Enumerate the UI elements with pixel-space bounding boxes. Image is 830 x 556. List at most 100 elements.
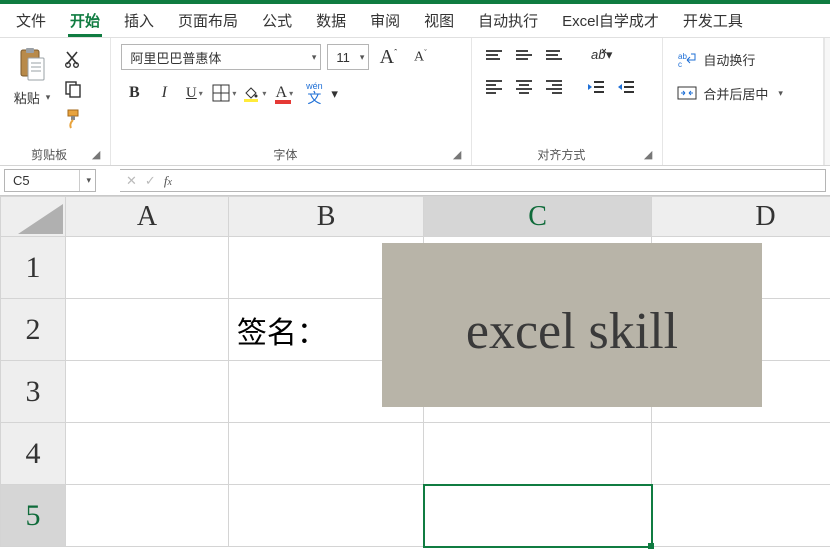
tab-insert[interactable]: 插入 <box>112 4 166 37</box>
cell-A4[interactable] <box>66 423 229 485</box>
col-header-D[interactable]: D <box>652 197 830 237</box>
dialog-launcher-icon[interactable]: ◢ <box>88 148 100 161</box>
align-middle-button[interactable] <box>512 44 536 66</box>
tab-view[interactable]: 视图 <box>412 4 466 37</box>
svg-text:ab: ab <box>591 47 605 62</box>
cut-button[interactable] <box>62 48 84 70</box>
cell-A2[interactable] <box>66 299 229 361</box>
paste-icon <box>16 46 48 86</box>
cell-B4[interactable] <box>228 423 423 485</box>
bold-button[interactable]: B <box>121 80 147 106</box>
chevron-down-icon: ▾ <box>289 89 293 98</box>
chevron-down-icon: ▾ <box>199 89 203 98</box>
formula-input[interactable] <box>178 169 826 192</box>
increase-indent-button[interactable] <box>614 76 638 98</box>
font-name-value: 阿里巴巴普惠体 <box>130 48 221 67</box>
cell-A3[interactable] <box>66 361 229 423</box>
cancel-formula-button[interactable]: ✕ <box>126 173 137 189</box>
row-header-4[interactable]: 4 <box>1 423 66 485</box>
align-center-icon <box>516 80 532 94</box>
group-alignment-label: 对齐方式 <box>482 146 640 163</box>
cell-A5[interactable] <box>66 485 229 547</box>
col-header-B[interactable]: B <box>228 197 423 237</box>
phonetic-guide-button[interactable]: wén 文 <box>301 80 327 106</box>
format-painter-button[interactable] <box>62 108 84 130</box>
tab-custom-excel[interactable]: Excel自学成才 <box>550 4 671 37</box>
increase-font-icon: Aˆ <box>380 46 397 69</box>
fill-color-icon <box>242 84 260 102</box>
signature-image[interactable]: excel skill <box>382 243 762 407</box>
select-all-corner[interactable] <box>1 197 66 237</box>
font-size-value: 11 <box>336 50 350 65</box>
ribbon-tabs: 文件 开始 插入 页面布局 公式 数据 审阅 视图 自动执行 Excel自学成才… <box>0 4 830 38</box>
group-font: 阿里巴巴普惠体▾ 11▾ Aˆ Aˇ B I U▾ ▾ <box>111 38 472 165</box>
dialog-launcher-icon[interactable]: ◢ <box>449 148 461 161</box>
name-box[interactable]: C5 ▾ <box>4 169 96 192</box>
copy-button[interactable] <box>62 78 84 100</box>
chevron-down-icon[interactable]: ▾ <box>331 86 338 102</box>
tab-page-layout[interactable]: 页面布局 <box>166 4 250 37</box>
row-header-3[interactable]: 3 <box>1 361 66 423</box>
italic-button[interactable]: I <box>151 80 177 106</box>
chevron-down-icon: ▾ <box>79 170 91 191</box>
chevron-down-icon: ▾ <box>46 92 51 103</box>
chevron-down-icon: ▾ <box>262 89 266 98</box>
tab-formulas[interactable]: 公式 <box>250 4 304 37</box>
cell-D5[interactable] <box>652 485 830 547</box>
font-name-select[interactable]: 阿里巴巴普惠体 ▾ <box>121 44 321 70</box>
tab-developer[interactable]: 开发工具 <box>671 4 755 37</box>
chevron-down-icon: ▾ <box>606 47 613 63</box>
group-clipboard: 粘贴▾ 剪贴板◢ <box>0 38 111 165</box>
orientation-icon: ab <box>588 45 605 65</box>
name-box-value: C5 <box>13 173 30 188</box>
align-left-button[interactable] <box>482 76 506 98</box>
underline-button[interactable]: U▾ <box>181 80 207 106</box>
merge-center-icon <box>677 83 697 103</box>
italic-icon: I <box>162 84 167 102</box>
tab-data[interactable]: 数据 <box>304 4 358 37</box>
wrap-text-button[interactable]: abc 自动换行 <box>673 46 759 72</box>
align-bottom-button[interactable] <box>542 44 566 66</box>
chevron-down-icon: ▾ <box>312 52 317 63</box>
cell-C4[interactable] <box>424 423 652 485</box>
orientation-button[interactable]: ab▾ <box>588 44 612 66</box>
worksheet-grid[interactable]: A B C D 1 2 签名： 3 <box>0 196 830 556</box>
borders-button[interactable]: ▾ <box>211 80 237 106</box>
tab-review[interactable]: 审阅 <box>358 4 412 37</box>
cell-B5[interactable] <box>228 485 423 547</box>
col-header-A[interactable]: A <box>66 197 229 237</box>
row-header-2[interactable]: 2 <box>1 299 66 361</box>
tab-automate[interactable]: 自动执行 <box>466 4 550 37</box>
align-bottom-icon <box>546 50 562 60</box>
font-size-select[interactable]: 11▾ <box>327 44 369 70</box>
align-right-icon <box>546 80 562 94</box>
merge-center-button[interactable]: 合并后居中 ▾ <box>673 80 787 106</box>
decrease-font-button[interactable]: Aˇ <box>407 44 433 70</box>
insert-function-button[interactable]: fx <box>164 173 172 189</box>
enter-formula-button[interactable]: ✓ <box>145 173 156 189</box>
cell-C5[interactable] <box>424 485 652 547</box>
group-wrap-merge: abc 自动换行 合并后居中 ▾ <box>663 38 824 165</box>
paste-button[interactable]: 粘贴▾ <box>10 46 54 107</box>
col-header-C[interactable]: C <box>424 197 652 237</box>
increase-font-button[interactable]: Aˆ <box>375 44 401 70</box>
tab-file[interactable]: 文件 <box>4 4 58 37</box>
cell-D4[interactable] <box>652 423 830 485</box>
group-clipboard-label: 剪贴板 <box>10 146 88 163</box>
fill-color-button[interactable]: ▾ <box>241 80 267 106</box>
decrease-indent-button[interactable] <box>584 76 608 98</box>
font-color-button[interactable]: A ▾ <box>271 80 297 106</box>
row-header-5[interactable]: 5 <box>1 485 66 547</box>
cell-A1[interactable] <box>66 237 229 299</box>
row-header-1[interactable]: 1 <box>1 237 66 299</box>
align-left-icon <box>486 80 502 94</box>
formula-bar: C5 ▾ ✕ ✓ fx <box>0 166 830 196</box>
ribbon-overflow <box>824 38 830 165</box>
align-right-button[interactable] <box>542 76 566 98</box>
dialog-launcher-icon[interactable]: ◢ <box>640 148 652 161</box>
merge-center-label: 合并后居中 <box>703 84 768 103</box>
align-top-button[interactable] <box>482 44 506 66</box>
align-center-button[interactable] <box>512 76 536 98</box>
tab-home[interactable]: 开始 <box>58 4 112 37</box>
align-middle-icon <box>516 50 532 60</box>
